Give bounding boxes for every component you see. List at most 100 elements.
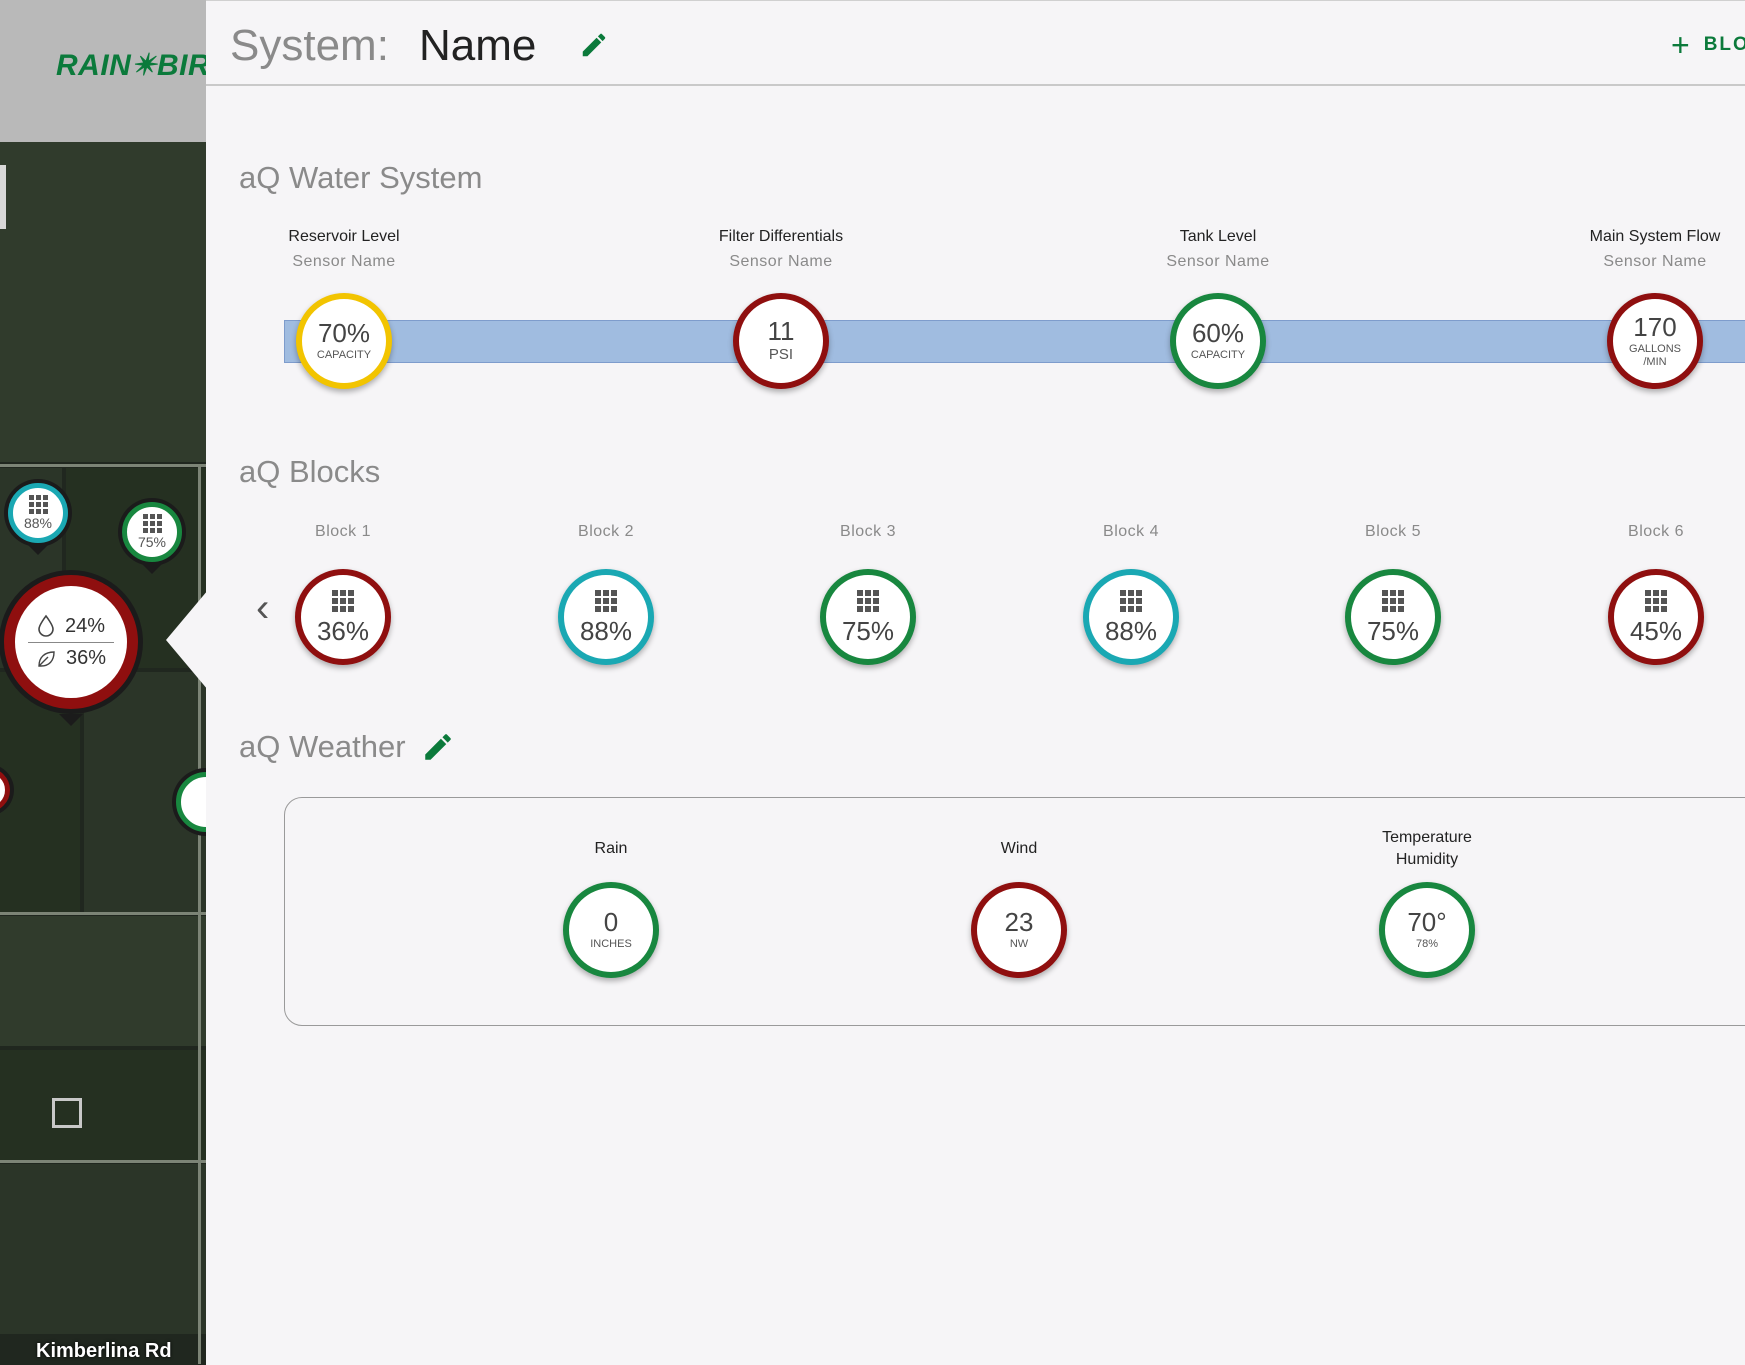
- map-edge-handle[interactable]: [0, 165, 6, 229]
- map-road: [0, 912, 206, 915]
- block-label: Block 1: [315, 523, 371, 540]
- sensor-header: Filter Differentials Sensor Name: [661, 228, 901, 271]
- weather-gauge-rain[interactable]: 0 INCHES: [563, 882, 659, 978]
- system-label: System:: [230, 21, 389, 70]
- map-field: [0, 142, 206, 462]
- gauge-value: 0: [603, 907, 619, 938]
- sensor-name: Sensor Name: [1166, 253, 1270, 270]
- block-label: Block 4: [1103, 523, 1159, 540]
- sensor-name: Sensor Name: [1603, 253, 1707, 270]
- block-gauge[interactable]: 45%: [1608, 569, 1704, 665]
- block-gauge[interactable]: 75%: [1345, 569, 1441, 665]
- section-title-blocks: aQ Blocks: [239, 454, 381, 489]
- block-percent: 88%: [579, 616, 633, 646]
- water-drop-icon: [38, 614, 54, 637]
- map-structure: [52, 1098, 82, 1128]
- pin-percent: 75%: [137, 534, 167, 550]
- block-percent: 75%: [1366, 616, 1420, 646]
- sensor-header: Reservoir Level Sensor Name: [224, 228, 464, 271]
- section-title-water-system: aQ Water System: [239, 160, 483, 195]
- sensor-header: Tank Level Sensor Name: [1098, 228, 1338, 271]
- gauge-value: 70%: [317, 318, 371, 349]
- gauge-unit: CAPACITY: [316, 349, 372, 362]
- add-block-button[interactable]: + BLOCK: [1671, 29, 1745, 61]
- weather-label: Wind: [1000, 840, 1038, 857]
- grid-icon: [595, 590, 617, 612]
- pencil-icon[interactable]: [421, 730, 455, 764]
- pin-tail: [140, 562, 164, 574]
- grid-icon: [1120, 590, 1142, 612]
- chevron-left-icon[interactable]: ‹: [256, 588, 269, 628]
- leaf-icon: [38, 650, 55, 667]
- gauge-value: 11: [767, 316, 795, 347]
- sensor-header: Main System Flow Sensor Name: [1535, 228, 1745, 271]
- sensor-name: Sensor Name: [292, 253, 396, 270]
- plus-icon: +: [1671, 27, 1690, 63]
- gauge-unit: 78%: [1415, 938, 1439, 951]
- system-name: Name: [419, 21, 537, 70]
- block-label: Block 5: [1365, 523, 1421, 540]
- block-label: Block 6: [1628, 523, 1684, 540]
- sensor-title: Tank Level: [1179, 228, 1257, 245]
- block-label: Block 2: [578, 523, 634, 540]
- divider: [28, 642, 114, 643]
- map-block-pin[interactable]: 88%: [8, 483, 68, 543]
- block-gauge[interactable]: 88%: [558, 569, 654, 665]
- grid-icon: [28, 495, 48, 514]
- map-road: [0, 464, 206, 467]
- map-block-pin[interactable]: 75%: [122, 502, 182, 562]
- rain-bird-logo: RAIN✴BIRD: [56, 49, 206, 82]
- map-field: [0, 1164, 206, 1334]
- sensor-gauge-reservoir[interactable]: 70% CAPACITY: [296, 293, 392, 389]
- block-percent: 45%: [1629, 616, 1683, 646]
- block-label: Block 3: [840, 523, 896, 540]
- gauge-unit: CAPACITY: [1190, 349, 1246, 362]
- grid-icon: [1382, 590, 1404, 612]
- sensor-title: Reservoir Level: [288, 228, 400, 245]
- gauge-unit: PSI: [768, 346, 794, 364]
- top-bar: System: Name + BLOCK: [206, 0, 1745, 86]
- water-percent: 24%: [64, 614, 106, 637]
- gauge-value: 23: [1004, 907, 1034, 938]
- gauge-unit: NW: [1009, 938, 1029, 951]
- section-title-weather: aQ Weather: [239, 729, 406, 764]
- sensor-gauge-flow[interactable]: 170 GALLONS /MIN: [1607, 293, 1703, 389]
- gauge-value: 70°: [1407, 907, 1447, 938]
- map-road: [0, 1160, 206, 1163]
- map-selected-block-pin[interactable]: 24% 36%: [4, 575, 138, 709]
- block-percent: 88%: [1104, 616, 1158, 646]
- system-panel: System: Name + BLOCK aQ Water System Res…: [206, 0, 1745, 1365]
- block-gauge[interactable]: 88%: [1083, 569, 1179, 665]
- sensor-title: Filter Differentials: [718, 228, 844, 245]
- sensor-gauge-tank[interactable]: 60% CAPACITY: [1170, 293, 1266, 389]
- brand-header: RAIN✴BIRD: [0, 0, 206, 142]
- weather-gauge-temperature[interactable]: 70° 78%: [1379, 882, 1475, 978]
- gauge-value: 170: [1633, 312, 1677, 343]
- gauge-unit: GALLONS /MIN: [1629, 343, 1681, 368]
- weather-gauge-wind[interactable]: 23 NW: [971, 882, 1067, 978]
- block-gauge[interactable]: 36%: [295, 569, 391, 665]
- sensor-title: Main System Flow: [1589, 228, 1721, 245]
- pin-tail: [26, 543, 50, 555]
- block-percent: 75%: [841, 616, 895, 646]
- grid-icon: [142, 514, 162, 533]
- weather-label-line: Temperature: [1382, 829, 1472, 846]
- pin-percent: 88%: [23, 515, 53, 531]
- pencil-icon[interactable]: [579, 30, 609, 60]
- gauge-unit: INCHES: [590, 938, 632, 951]
- leaf-percent: 36%: [65, 647, 107, 669]
- sensor-gauge-filter[interactable]: 11 PSI: [733, 293, 829, 389]
- grid-icon: [1645, 590, 1667, 612]
- pin-tail: [59, 714, 83, 726]
- water-pipe: [284, 320, 1745, 363]
- map-field: [0, 916, 206, 1046]
- weather-label-line: Humidity: [1395, 850, 1459, 868]
- popover-pointer: [166, 590, 208, 690]
- sensor-name: Sensor Name: [729, 253, 833, 270]
- weather-label: Temperature Humidity: [1327, 827, 1527, 870]
- add-block-label: BLOCK: [1703, 34, 1745, 55]
- weather-label: Rain: [594, 840, 628, 857]
- grid-icon: [332, 590, 354, 612]
- map-field: [0, 1050, 206, 1160]
- block-gauge[interactable]: 75%: [820, 569, 916, 665]
